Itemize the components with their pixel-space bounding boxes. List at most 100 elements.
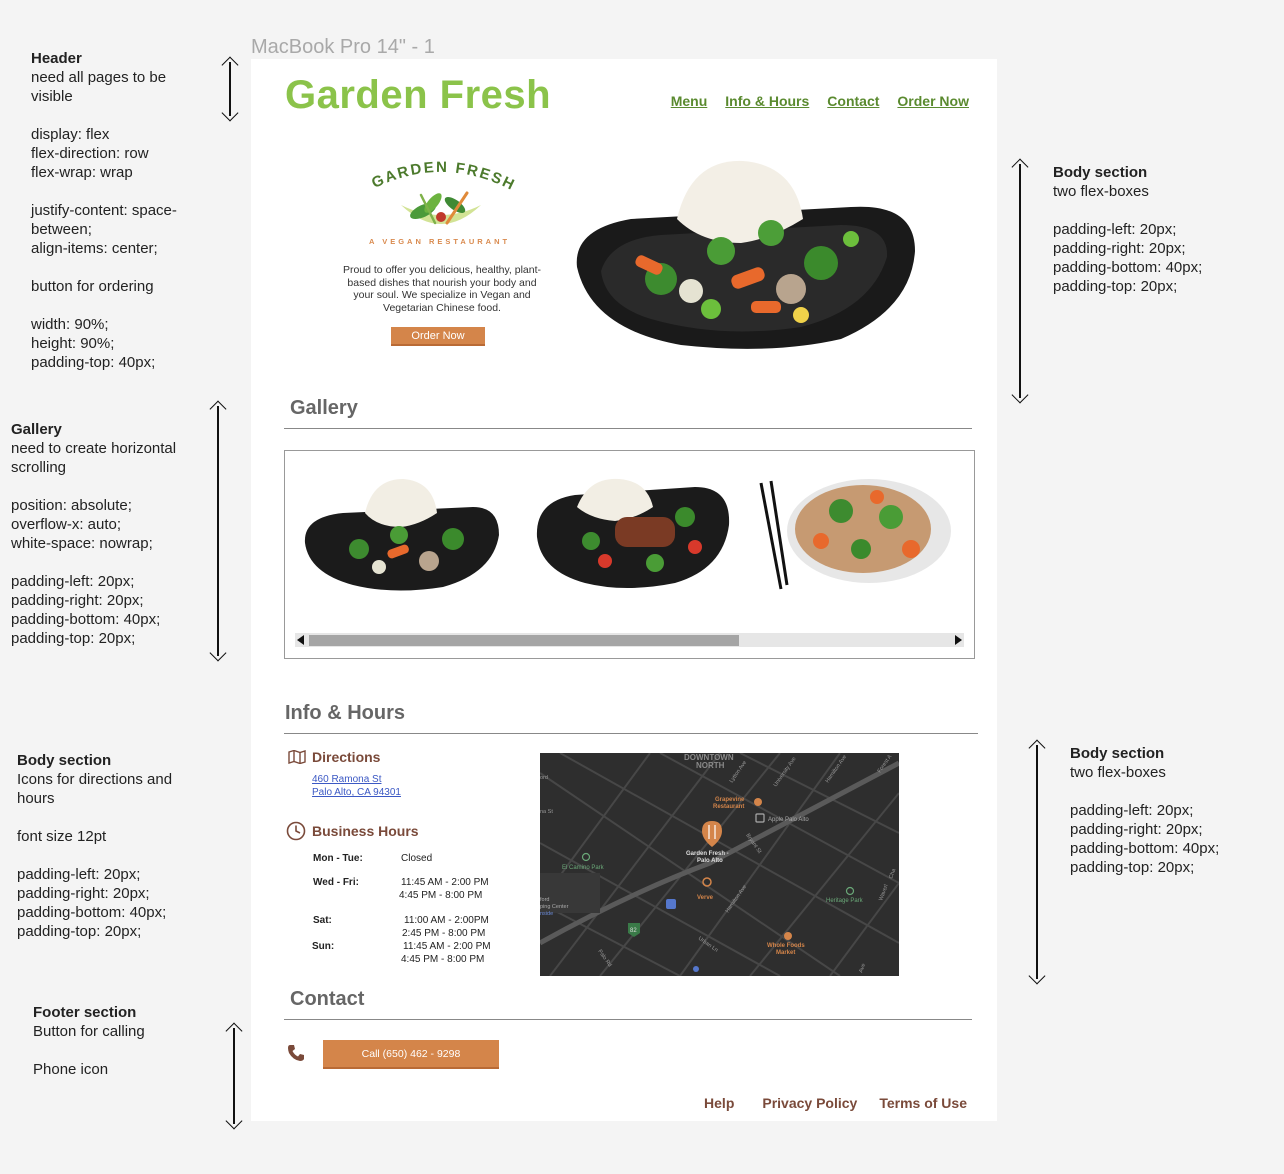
annotation-line (11, 477, 211, 496)
clock-icon (286, 821, 306, 841)
annotation-line (1053, 201, 1273, 220)
annotation-line: font size 12pt (17, 828, 107, 845)
annotation-line (31, 182, 221, 201)
svg-text:Heritage Park: Heritage Park (826, 898, 864, 904)
svg-text:Grapevine: Grapevine (715, 797, 745, 803)
directions-label: Directions (312, 749, 381, 765)
annotation-line: padding-top: 20px; (1053, 278, 1178, 295)
brand-title: Garden Fresh (285, 73, 552, 117)
annotation-title: Header (31, 50, 82, 67)
hero-dish-image (576, 160, 915, 349)
annotation-line: white-space: nowrap; (11, 535, 153, 552)
svg-text:Garden Fresh -: Garden Fresh - (686, 851, 729, 857)
annotation-line: justify-content: space- (31, 202, 177, 219)
order-now-button[interactable]: Order Now (391, 327, 485, 346)
hours-day-wed: Wed - Fri: (313, 877, 359, 888)
annotation-line: padding-bottom: 40px; (1053, 259, 1203, 276)
call-button[interactable]: Call (650) 462 - 9298 (323, 1040, 499, 1069)
annotation-line: padding-bottom: 40px; (11, 611, 161, 628)
phone-icon (288, 1045, 304, 1061)
annotation-line (31, 258, 221, 277)
address-link[interactable]: 460 Ramona St Palo Alto, CA 94301 (312, 773, 401, 799)
website-frame: Garden Fresh Menu Info & Hours Contact O… (251, 59, 997, 1121)
annotation-line: scrolling (11, 459, 67, 476)
annotation-body-info: Body section Icons for directions and hou… (17, 751, 217, 941)
hours-time-sun: 11:45 AM - 2:00 PM 4:45 PM - 8:00 PM (401, 941, 491, 965)
gallery-scrollbar[interactable] (295, 633, 964, 647)
annotation-line: padding-left: 20px; (1053, 221, 1177, 238)
annotation-header: Header need all pages to be visible displa… (31, 49, 221, 372)
svg-text:Apple Palo Alto: Apple Palo Alto (768, 817, 809, 823)
footer-terms-link[interactable]: Terms of Use (879, 1095, 967, 1111)
main-nav: Menu Info & Hours Contact Order Now (671, 93, 969, 109)
scroll-right-icon[interactable] (955, 635, 962, 645)
nav-order-now[interactable]: Order Now (897, 93, 969, 109)
hours-day-sat: Sat: (313, 915, 332, 926)
annotation-line: padding-right: 20px; (1053, 240, 1186, 257)
svg-text:Market: Market (776, 950, 795, 956)
annotation-title: Body section (1053, 164, 1148, 181)
business-hours-label: Business Hours (312, 823, 419, 839)
annotation-title: Footer section (33, 1004, 137, 1021)
gallery-image-2[interactable] (535, 477, 731, 595)
annotation-line: need all pages to be (31, 69, 167, 86)
annotation-line: flex-wrap: wrap (31, 164, 133, 181)
annotation-line: align-items: center; (31, 240, 158, 257)
annotation-footer: Footer section Button for calling Phone i… (33, 1003, 223, 1079)
annotation-line (1070, 782, 1280, 801)
svg-text:ord: ord (540, 775, 548, 781)
svg-text:Whole Foods: Whole Foods (767, 943, 805, 949)
annotation-line: need to create horizontal (11, 440, 177, 457)
annotation-line (31, 106, 221, 125)
annotation-lines: two flex-boxes padding-left: 20px; padding… (1070, 763, 1280, 877)
annotation-lines: need to create horizontal scrolling positi… (11, 439, 211, 648)
annotation-line (11, 553, 211, 572)
nav-info-hours[interactable]: Info & Hours (725, 93, 809, 109)
annotation-title: Body section (17, 752, 112, 769)
gallery-image-3[interactable] (751, 465, 951, 599)
footer-help-link[interactable]: Help (704, 1095, 734, 1111)
svg-text:Ave: Ave (858, 963, 867, 974)
annotation-arrow (209, 400, 227, 662)
scroll-left-icon[interactable] (297, 635, 304, 645)
annotation-line: Icons for directions and (17, 771, 173, 788)
annotation-line: visible (31, 88, 73, 105)
annotation-line: hours (17, 790, 55, 807)
annotation-title: Gallery (11, 421, 62, 438)
svg-text:NORTH: NORTH (696, 761, 725, 770)
annotation-line: padding-bottom: 40px; (1070, 840, 1220, 857)
svg-text:El Camino Park: El Camino Park (562, 865, 605, 871)
annotation-line (17, 846, 217, 865)
svg-text:Palo Rd: Palo Rd (596, 949, 612, 968)
annotation-line: width: 90%; (31, 316, 109, 333)
info-divider (284, 733, 978, 734)
annotation-lines: Button for calling Phone icon (33, 1022, 223, 1079)
contact-title: Contact (290, 988, 365, 1010)
business-hours-heading: Business Hours (286, 821, 419, 841)
annotation-line: padding-top: 20px; (17, 923, 142, 940)
info-hours-title: Info & Hours (285, 702, 405, 724)
footer-privacy-link[interactable]: Privacy Policy (762, 1095, 857, 1111)
annotation-line (31, 296, 221, 315)
annotation-line: flex-direction: row (31, 145, 149, 162)
location-map[interactable]: DOWNTOWN NORTH ord na St Lytton Ave Univ… (540, 753, 899, 976)
nav-menu[interactable]: Menu (671, 93, 708, 109)
annotation-line (17, 808, 217, 827)
hours-time-mon: Closed (401, 853, 433, 864)
hero-description: Proud to offer you delicious, healthy, p… (342, 264, 542, 314)
hours-day-sun: Sun: (312, 941, 335, 952)
gallery-scroller[interactable] (284, 450, 975, 659)
annotation-line: two flex-boxes (1070, 764, 1166, 781)
annotation-lines: two flex-boxes padding-left: 20px; padding… (1053, 182, 1273, 296)
annotation-arrow (1011, 158, 1029, 404)
hours-time-sat: 11:00 AM - 2:00PM 2:45 PM - 8:00 PM (402, 915, 489, 939)
hours-time-wed: 11:45 AM - 2:00 PM 4:45 PM - 8:00 PM (399, 877, 489, 901)
gallery-divider (284, 428, 972, 429)
gallery-title: Gallery (290, 397, 358, 419)
annotation-arrow (221, 56, 239, 122)
footer-links: Help Privacy Policy Terms of Use (704, 1095, 967, 1111)
nav-contact[interactable]: Contact (827, 93, 879, 109)
annotation-lines: need all pages to be visible display: flex… (31, 68, 221, 372)
scroll-thumb[interactable] (309, 635, 739, 646)
gallery-image-1[interactable] (303, 477, 499, 595)
